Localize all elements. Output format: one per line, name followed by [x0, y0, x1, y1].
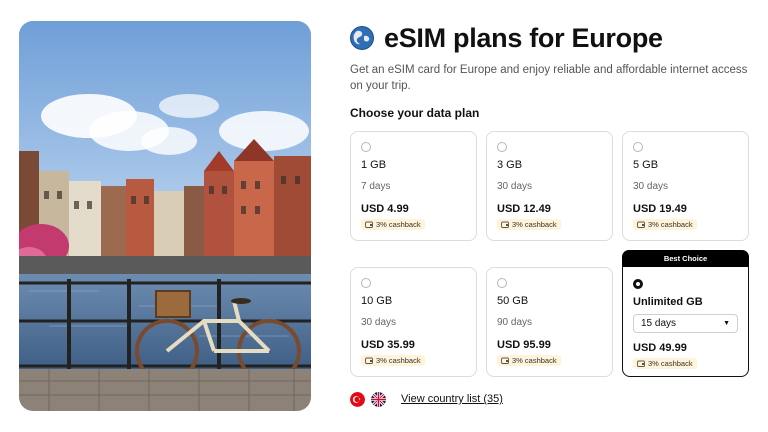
view-country-list-link[interactable]: View country list (35) — [401, 393, 503, 405]
turkey-flag-icon — [350, 391, 365, 407]
plan-radio[interactable] — [497, 142, 507, 152]
country-footer: View country list (35) — [350, 390, 503, 408]
plan-card-3gb[interactable]: 3 GB 30 days USD 12.49 3% cashback — [486, 131, 613, 241]
plan-price: USD 49.99 — [633, 342, 687, 354]
cashback-text: 3% cashback — [648, 359, 693, 368]
plan-name: 5 GB — [633, 159, 659, 171]
cashback-text: 3% cashback — [512, 356, 557, 365]
wallet-icon — [637, 360, 645, 367]
plan-radio[interactable] — [361, 278, 371, 288]
plans-panel: eSIM plans for Europe Get an eSIM card f… — [350, 22, 750, 407]
plan-duration: 30 days — [633, 181, 669, 192]
wallet-icon — [365, 221, 373, 228]
plan-radio[interactable] — [633, 279, 643, 289]
plan-radio[interactable] — [633, 142, 643, 152]
wallet-icon — [501, 221, 509, 228]
chevron-down-icon: ▼ — [723, 320, 730, 327]
plan-price: USD 19.49 — [633, 203, 687, 215]
cashback-badge: 3% cashback — [497, 219, 561, 230]
plan-card-unlimited[interactable]: Best Choice Unlimited GB 15 days ▼ USD 4… — [622, 250, 749, 377]
plan-card-1gb[interactable]: 1 GB 7 days USD 4.99 3% cashback — [350, 131, 477, 241]
duration-select-value: 15 days — [641, 318, 677, 329]
title-row: eSIM plans for Europe — [350, 22, 750, 54]
cashback-badge: 3% cashback — [633, 358, 697, 369]
plan-duration: 30 days — [361, 317, 397, 328]
cashback-text: 3% cashback — [376, 220, 421, 229]
plan-price: USD 12.49 — [497, 203, 551, 215]
cashback-text: 3% cashback — [376, 356, 421, 365]
plan-name: 10 GB — [361, 295, 393, 307]
cashback-badge: 3% cashback — [497, 355, 561, 366]
wallet-icon — [501, 357, 509, 364]
cashback-badge: 3% cashback — [361, 219, 425, 230]
plan-radio[interactable] — [497, 278, 507, 288]
cashback-text: 3% cashback — [512, 220, 557, 229]
wallet-icon — [365, 357, 373, 364]
plan-name: 1 GB — [361, 159, 387, 171]
plan-name: 50 GB — [497, 295, 529, 307]
plan-name: Unlimited GB — [633, 296, 703, 308]
plan-radio[interactable] — [361, 142, 371, 152]
plan-duration: 90 days — [497, 317, 533, 328]
uk-flag-icon — [371, 391, 386, 407]
plan-duration: 30 days — [497, 181, 533, 192]
globe-europe-icon — [350, 26, 374, 50]
plan-grid: 1 GB 7 days USD 4.99 3% cashback 3 GB 30… — [350, 131, 750, 381]
cashback-text: 3% cashback — [648, 220, 693, 229]
page-subtitle: Get an eSIM card for Europe and enjoy re… — [350, 64, 748, 92]
plan-price: USD 35.99 — [361, 339, 415, 351]
hero-photo-amsterdam-canal — [19, 21, 311, 411]
plan-name: 3 GB — [497, 159, 523, 171]
data-plan-heading: Choose your data plan — [350, 106, 480, 120]
plan-price: USD 4.99 — [361, 203, 409, 215]
duration-select[interactable]: 15 days ▼ — [633, 314, 738, 333]
plan-card-10gb[interactable]: 10 GB 30 days USD 35.99 3% cashback — [350, 267, 477, 377]
cashback-badge: 3% cashback — [633, 219, 697, 230]
page-title: eSIM plans for Europe — [384, 22, 663, 53]
wallet-icon — [637, 221, 645, 228]
plan-price: USD 95.99 — [497, 339, 551, 351]
cashback-badge: 3% cashback — [361, 355, 425, 366]
best-choice-badge: Best Choice — [622, 250, 749, 267]
plan-card-5gb[interactable]: 5 GB 30 days USD 19.49 3% cashback — [622, 131, 749, 241]
plan-duration: 7 days — [361, 181, 391, 192]
plan-card-50gb[interactable]: 50 GB 90 days USD 95.99 3% cashback — [486, 267, 613, 377]
